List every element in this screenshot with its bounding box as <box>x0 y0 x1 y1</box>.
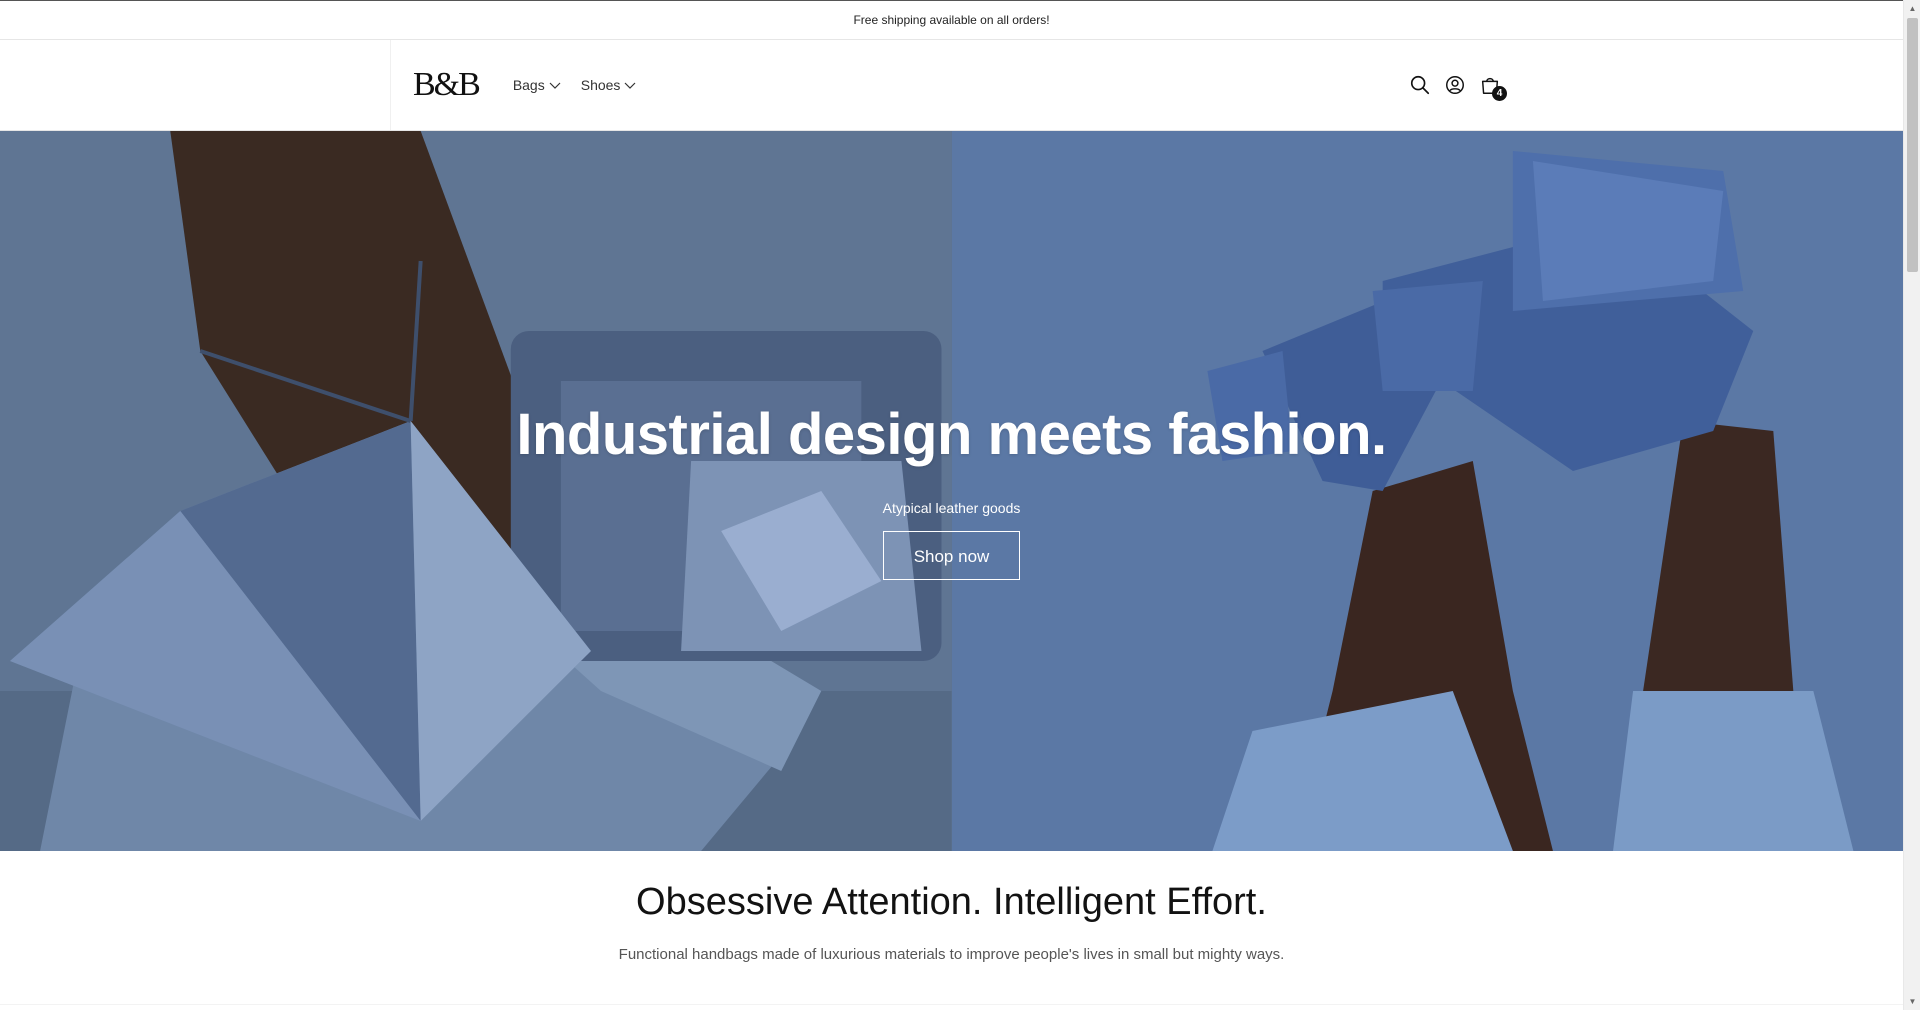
hero-subtitle: Atypical leather goods <box>882 500 1021 516</box>
site-logo[interactable]: B&B <box>413 66 481 104</box>
cart-count-badge: 4 <box>1492 86 1507 101</box>
chevron-down-icon <box>625 82 636 89</box>
search-icon <box>1410 75 1430 95</box>
account-icon <box>1446 76 1464 94</box>
intro-title: Obsessive Attention. Intelligent Effort. <box>636 881 1267 923</box>
chevron-down-icon <box>549 82 561 89</box>
main-nav: Bags Shoes <box>513 77 637 93</box>
scroll-down-arrow-icon[interactable]: ▼ <box>1904 993 1920 1010</box>
site-header: B&B Bags Shoes 4 <box>0 40 1903 131</box>
header-icons: 4 <box>1409 74 1507 101</box>
shop-now-button[interactable]: Shop now <box>883 531 1020 580</box>
next-section-edge <box>0 1004 1903 1010</box>
intro-section: Obsessive Attention. Intelligent Effort.… <box>0 851 1903 963</box>
nav-item-bags[interactable]: Bags <box>513 77 561 93</box>
hero-banner: Industrial design meets fashion. Atypica… <box>0 131 1903 851</box>
hero-title: Industrial design meets fashion. <box>516 402 1387 467</box>
scroll-up-arrow-icon[interactable]: ▲ <box>1904 0 1920 17</box>
account-button[interactable] <box>1444 74 1466 96</box>
header-inner: B&B Bags Shoes 4 <box>390 40 1513 130</box>
page-scrollbar[interactable]: ▲ ▼ <box>1903 0 1920 1010</box>
nav-item-shoes[interactable]: Shoes <box>581 77 637 93</box>
cart-button[interactable]: 4 <box>1479 74 1507 101</box>
announcement-text: Free shipping available on all orders! <box>853 13 1050 27</box>
hero-content: Industrial design meets fashion. Atypica… <box>0 401 1903 580</box>
nav-label-shoes: Shoes <box>580 77 621 93</box>
search-button[interactable] <box>1409 74 1431 96</box>
scrollbar-thumb[interactable] <box>1907 18 1918 272</box>
announcement-bar: Free shipping available on all orders! <box>0 1 1903 40</box>
nav-label-bags: Bags <box>512 77 545 93</box>
page-viewport: Free shipping available on all orders! B… <box>0 0 1903 1010</box>
intro-text: Functional handbags made of luxurious ma… <box>618 946 1285 963</box>
